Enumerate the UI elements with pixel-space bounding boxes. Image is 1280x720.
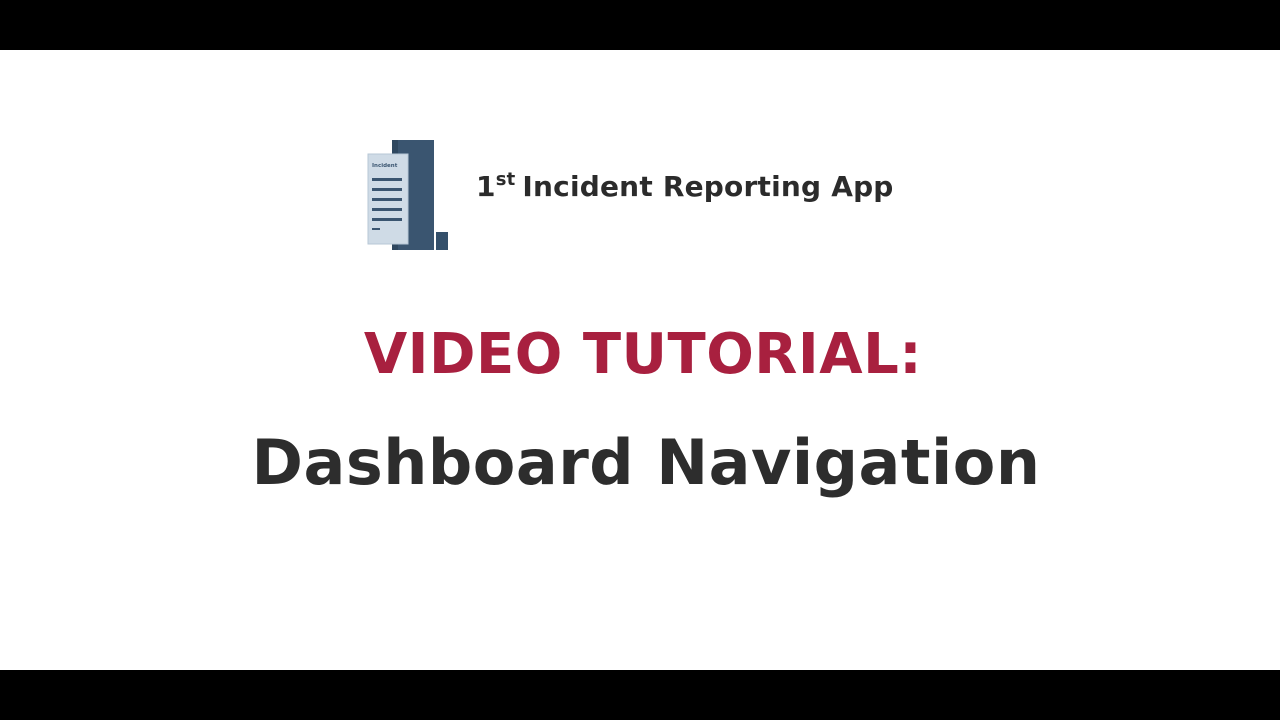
letterbox-top [0,0,1280,50]
logo-mini-text: Incident [372,163,398,169]
slide-subheadline: Dashboard Navigation [251,426,1041,499]
title-slide: Incident 1st Incident Reporting App VIDEO… [0,50,1280,670]
app-name: 1st Incident Reporting App [476,169,894,210]
app-name-superscript: st [495,169,516,190]
app-name-number: 1 [476,170,496,203]
slide-headline: VIDEO TUTORIAL: [363,322,923,387]
document-report-icon: Incident [367,140,448,250]
letterbox-bottom [0,670,1280,720]
app-name-text: Incident Reporting App [522,170,894,203]
video-frame: Incident 1st Incident Reporting App VIDEO… [0,0,1280,720]
